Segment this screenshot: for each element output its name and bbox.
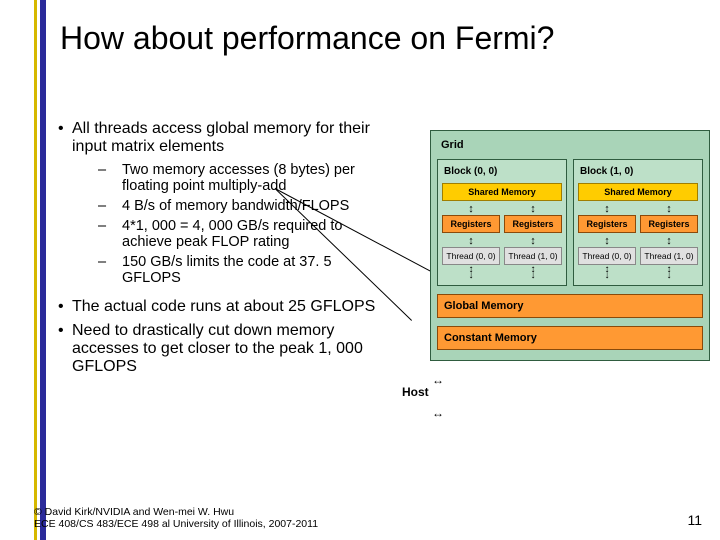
reg-01: Registers	[504, 215, 562, 233]
sub-2: 4 B/s of memory bandwidth/FLOPS	[122, 198, 382, 214]
reg-00: Registers	[442, 215, 500, 233]
block10-label: Block (1, 0)	[580, 166, 698, 177]
copyright: © David Kirk/NVIDIA and Wen-mei W. Hwu E…	[34, 506, 318, 530]
memory-diagram: Grid Block (0, 0) Shared Memory ↕↕ Regis…	[430, 130, 710, 361]
slide-title: How about performance on Fermi?	[60, 20, 700, 57]
constant-memory: Constant Memory	[437, 326, 703, 350]
thread-00-1: Thread (0, 0)	[578, 247, 636, 265]
bullet-content: •All threads access global memory for th…	[58, 120, 408, 382]
page-number: 11	[687, 512, 702, 528]
sub-3: 4*1, 000 = 4, 000 GB/s required to achie…	[122, 218, 382, 250]
bullet-1: All threads access global memory for the…	[72, 120, 382, 156]
reg-11: Registers	[640, 215, 698, 233]
bullet-3: Need to drastically cut down memory acce…	[72, 322, 382, 376]
thread-10-1: Thread (1, 0)	[640, 247, 698, 265]
thread-00-0: Thread (0, 0)	[442, 247, 500, 265]
left-stripe	[34, 0, 46, 540]
reg-10: Registers	[578, 215, 636, 233]
block-0-0: Block (0, 0) Shared Memory ↕↕ Registers …	[437, 159, 567, 286]
copyright-line1: © David Kirk/NVIDIA and Wen-mei W. Hwu	[34, 506, 318, 518]
grid-label: Grid	[441, 139, 703, 151]
global-memory: Global Memory	[437, 294, 703, 318]
sub-4: 150 GB/s limits the code at 37. 5 GFLOPS	[122, 254, 382, 286]
host-label: Host	[402, 385, 429, 399]
grid-box: Grid Block (0, 0) Shared Memory ↕↕ Regis…	[430, 130, 710, 361]
shared-mem-0: Shared Memory	[442, 183, 562, 201]
block-1-0: Block (1, 0) Shared Memory ↕↕ Registers …	[573, 159, 703, 286]
copyright-line2: ECE 408/CS 483/ECE 498 al University of …	[34, 518, 318, 530]
block00-label: Block (0, 0)	[444, 166, 562, 177]
bullet-2: The actual code runs at about 25 GFLOPS	[72, 298, 382, 316]
host-arrow-1: ↔	[432, 373, 442, 387]
sub-1: Two memory accesses (8 bytes) per floati…	[122, 162, 382, 194]
host-arrow-2: ↔	[432, 406, 442, 420]
thread-10-0: Thread (1, 0)	[504, 247, 562, 265]
shared-mem-1: Shared Memory	[578, 183, 698, 201]
